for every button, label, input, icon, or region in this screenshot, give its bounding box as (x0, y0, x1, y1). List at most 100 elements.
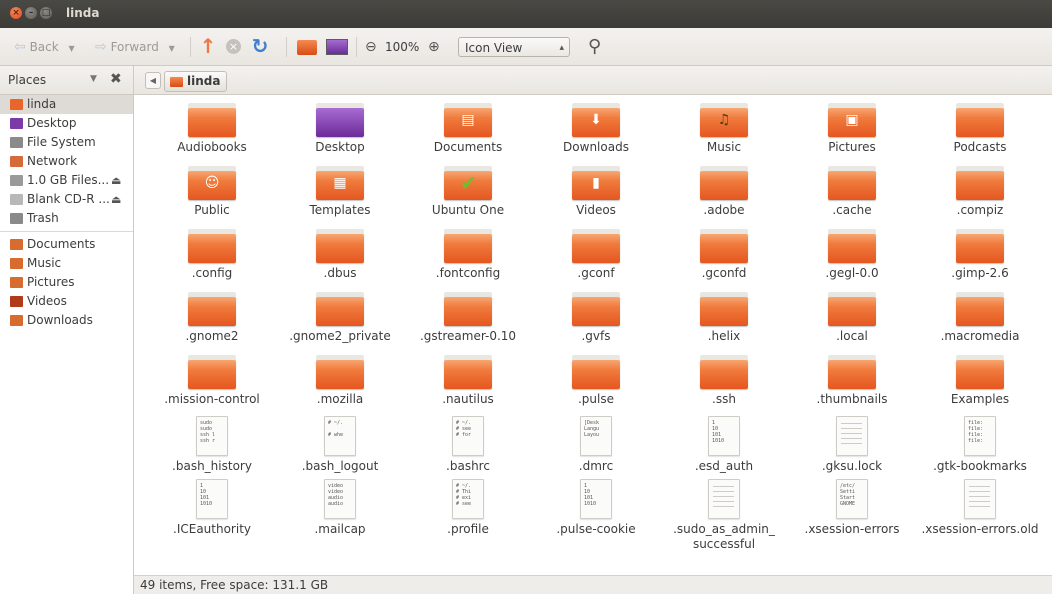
folder-item[interactable]: .macromedia (916, 284, 1044, 344)
file-item[interactable]: # ~/. # see # for .bashrc (404, 410, 532, 474)
folder-item[interactable]: .gvfs (532, 284, 660, 344)
folder-item[interactable]: ☺ Public (148, 158, 276, 218)
folder-item[interactable]: Podcasts (916, 95, 1044, 155)
places-dropdown-arrow-icon[interactable]: ▼ (90, 74, 97, 84)
file-name-label: .local (836, 329, 868, 343)
folder-item[interactable]: ♫ Music (660, 95, 788, 155)
file-item[interactable]: .gksu.lock (788, 410, 916, 474)
file-item[interactable]: sudo sudo ssh l ssh r .bash_history (148, 410, 276, 474)
sidebar-item-desktop[interactable]: Desktop (0, 114, 133, 133)
folder-item[interactable]: ✔ Ubuntu One (404, 158, 532, 218)
minimize-window-button[interactable]: – (25, 7, 37, 19)
network-icon (10, 156, 23, 167)
folder-item[interactable]: .mission-control (148, 347, 276, 407)
file-name-label: .nautilus (442, 392, 494, 406)
sidebar-item-label: Trash (27, 211, 59, 225)
folder-item[interactable]: Examples (916, 347, 1044, 407)
folder-item[interactable]: .mozilla (276, 347, 404, 407)
pictures-icon (10, 277, 23, 288)
file-item[interactable]: video video audio audio .mailcap (276, 473, 404, 537)
folder-item[interactable]: ▣ Pictures (788, 95, 916, 155)
folder-item[interactable]: .compiz (916, 158, 1044, 218)
places-dropdown[interactable]: Places (8, 73, 46, 87)
folder-item[interactable]: .gegl-0.0 (788, 221, 916, 281)
sidebar-item-1-0-gb-files[interactable]: 1.0 GB Files... ⏏ (0, 171, 133, 190)
file-item[interactable]: /etc/ Setti Start GNOME .xsession-errors (788, 473, 916, 537)
folder-item[interactable]: ⬇ Downloads (532, 95, 660, 155)
sidebar-item-network[interactable]: Network (0, 152, 133, 171)
close-sidebar-icon[interactable]: ✖ (110, 71, 122, 87)
folder-item[interactable]: ▤ Documents (404, 95, 532, 155)
folder-item[interactable]: .thumbnails (788, 347, 916, 407)
folder-item[interactable]: .gnome2_private (276, 284, 404, 344)
computer-icon[interactable] (326, 39, 348, 55)
back-button[interactable]: ⇦ Back ▼ (14, 36, 75, 58)
eject-icon[interactable]: ⏏ (111, 171, 121, 190)
folder-item[interactable]: .nautilus (404, 347, 532, 407)
folder-icon (188, 229, 236, 263)
folder-item[interactable]: .pulse (532, 347, 660, 407)
zoom-in-icon[interactable]: ⊕ (428, 37, 448, 57)
back-history-dropdown-icon[interactable]: ▼ (69, 44, 75, 53)
sidebar-item-pictures[interactable]: Pictures (0, 273, 133, 292)
view-mode-select[interactable]: Icon View ▴ (458, 37, 570, 57)
folder-item[interactable]: ▮ Videos (532, 158, 660, 218)
breadcrumb-home[interactable]: linda (164, 71, 228, 92)
folder-item[interactable]: .gconfd (660, 221, 788, 281)
folder-item[interactable]: Desktop (276, 95, 404, 155)
up-arrow-icon[interactable]: ↑ (198, 36, 218, 57)
file-item[interactable]: 1 10 101 1010 .pulse-cookie (532, 473, 660, 537)
folder-emblem-icon: ⬇ (590, 112, 602, 128)
folder-item[interactable]: .dbus (276, 221, 404, 281)
file-item[interactable]: 1 10 101 1010 .ICEauthority (148, 473, 276, 537)
reload-icon[interactable]: ↻ (250, 36, 270, 57)
sidebar-item-file-system[interactable]: File System (0, 133, 133, 152)
file-manager-window: × – □ linda ⇦ Back ▼ ⇨ Forward ▼ ↑ × ↻ ⊖… (0, 0, 1052, 594)
folder-item[interactable]: .local (788, 284, 916, 344)
close-window-button[interactable]: × (10, 7, 22, 19)
stop-icon[interactable]: × (226, 39, 241, 54)
folder-item[interactable]: .gnome2 (148, 284, 276, 344)
folder-item[interactable]: .cache (788, 158, 916, 218)
maximize-window-button[interactable]: □ (40, 7, 52, 19)
folder-item[interactable]: ▦ Templates (276, 158, 404, 218)
file-item[interactable]: .sudo_as_admin_ successful (660, 473, 788, 552)
folder-item[interactable]: .fontconfig (404, 221, 532, 281)
sidebar-item-downloads[interactable]: Downloads (0, 311, 133, 330)
folder-item[interactable]: Audiobooks (148, 95, 276, 155)
zoom-out-icon[interactable]: ⊖ (365, 37, 385, 57)
folder-item[interactable]: .config (148, 221, 276, 281)
folder-item[interactable]: .ssh (660, 347, 788, 407)
sidebar-item-label: 1.0 GB Files... (27, 173, 110, 187)
folder-item[interactable]: .adobe (660, 158, 788, 218)
file-item[interactable]: 1 10 101 1010 .esd_auth (660, 410, 788, 474)
sidebar-item-videos[interactable]: Videos (0, 292, 133, 311)
folder-item[interactable]: .gstreamer-0.10 (404, 284, 532, 344)
sidebar-item-documents[interactable]: Documents (0, 235, 133, 254)
forward-button[interactable]: ⇨ Forward ▼ (95, 36, 175, 58)
file-name-label: .gconf (577, 266, 615, 280)
eject-icon[interactable]: ⏏ (111, 190, 121, 209)
folder-item[interactable]: .gimp-2.6 (916, 221, 1044, 281)
file-item[interactable]: # ~/. # whe .bash_logout (276, 410, 404, 474)
sidebar-item-linda[interactable]: linda (0, 95, 133, 114)
folder-emblem-icon: ▤ (461, 112, 475, 128)
sidebar-item-label: Videos (27, 294, 67, 308)
path-left-icon[interactable]: ◀ (145, 72, 161, 89)
file-name-label: .macromedia (940, 329, 1020, 343)
sidebar-item-music[interactable]: Music (0, 254, 133, 273)
search-icon[interactable]: ⚲ (588, 37, 608, 57)
file-item[interactable]: .xsession-errors.old (916, 473, 1044, 537)
sidebar-item-blank-cd-r[interactable]: Blank CD-R ... ⏏ (0, 190, 133, 209)
file-item[interactable]: # ~/. # Thi # exi # see .profile (404, 473, 532, 537)
blank-document-icon (836, 416, 868, 456)
file-item[interactable]: file: file: file: file: .gtk-bookmarks (916, 410, 1044, 474)
file-name-label: Desktop (315, 140, 365, 154)
home-icon[interactable] (297, 40, 317, 55)
folder-item[interactable]: .helix (660, 284, 788, 344)
sidebar-item-label: Downloads (27, 313, 93, 327)
forward-history-dropdown-icon[interactable]: ▼ (169, 44, 175, 53)
sidebar-item-trash[interactable]: Trash (0, 209, 133, 228)
folder-item[interactable]: .gconf (532, 221, 660, 281)
file-item[interactable]: [Desk Langu Layou .dmrc (532, 410, 660, 474)
